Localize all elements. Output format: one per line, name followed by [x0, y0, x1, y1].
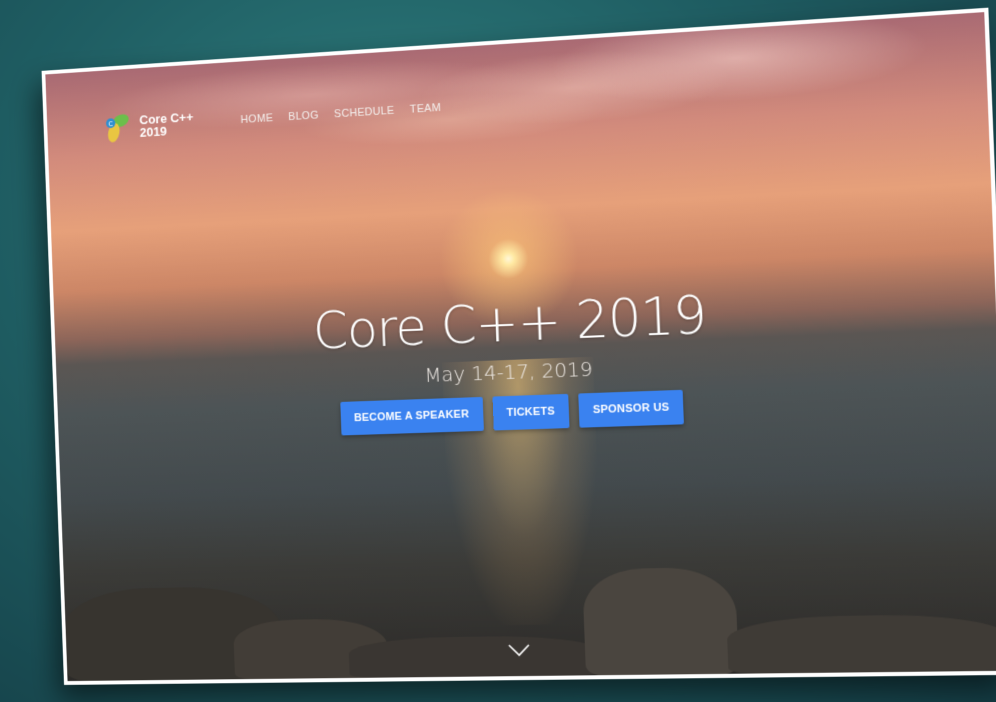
- svg-text:C: C: [108, 120, 113, 128]
- sponsor-us-button[interactable]: SPONSOR US: [578, 390, 684, 428]
- site-logo[interactable]: C Core C++ 2019: [102, 107, 194, 145]
- chevron-down-icon[interactable]: [506, 642, 530, 656]
- logo-text: Core C++ 2019: [139, 110, 194, 138]
- sky-clouds: [45, 12, 994, 305]
- nav-item-blog[interactable]: BLOG: [288, 109, 319, 123]
- hero-section: C Core C++ 2019 HOME BLOG SCHEDULE TEAM …: [45, 12, 996, 681]
- nav-links: HOME BLOG SCHEDULE TEAM: [240, 102, 441, 126]
- rock: [582, 567, 739, 676]
- tickets-button[interactable]: TICKETS: [492, 394, 569, 431]
- core-cpp-logo-icon: C: [102, 110, 135, 145]
- become-speaker-button[interactable]: BECOME A SPEAKER: [340, 397, 484, 436]
- foreground-rocks: [63, 526, 996, 681]
- screenshot-frame: C Core C++ 2019 HOME BLOG SCHEDULE TEAM …: [42, 8, 996, 685]
- nav-item-home[interactable]: HOME: [240, 112, 273, 126]
- nav-item-schedule[interactable]: SCHEDULE: [334, 105, 395, 121]
- nav-item-team[interactable]: TEAM: [410, 102, 442, 116]
- rock: [348, 635, 606, 678]
- rock: [726, 613, 996, 674]
